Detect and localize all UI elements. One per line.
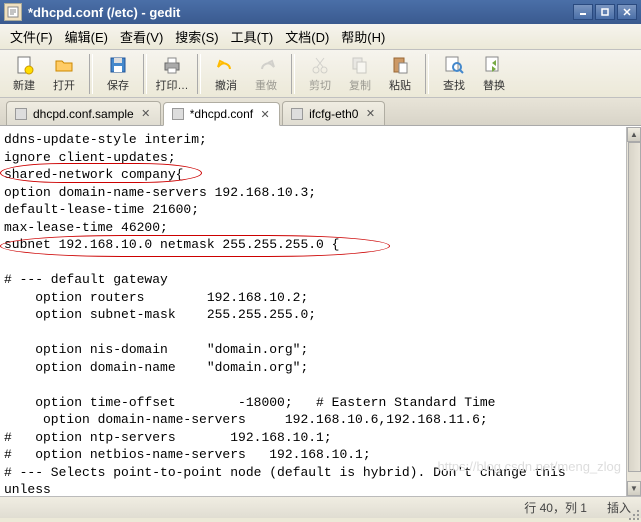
window-title: *dhcpd.conf (/etc) - gedit: [28, 5, 573, 20]
cut-icon: [309, 54, 331, 76]
toolbar-label: 粘贴: [389, 77, 411, 93]
replace-button[interactable]: 替换: [474, 52, 514, 96]
new-button[interactable]: 新建: [4, 52, 44, 96]
menu-view[interactable]: 查看(V): [114, 25, 169, 48]
copy-icon: [349, 54, 371, 76]
cut-button: 剪切: [300, 52, 340, 96]
menu-help[interactable]: 帮助(H): [335, 25, 391, 48]
toolbar-label: 撤消: [215, 77, 237, 93]
menu-search[interactable]: 搜索(S): [169, 25, 224, 48]
close-icon[interactable]: ✕: [140, 108, 152, 120]
file-icon: [291, 108, 303, 120]
save-icon: [107, 54, 129, 76]
toolbar-label: 替换: [483, 77, 505, 93]
undo-button[interactable]: 撤消: [206, 52, 246, 96]
status-bar: 行 40，列 1 插入: [0, 496, 641, 518]
close-button[interactable]: [617, 4, 637, 20]
toolbar-label: 剪切: [309, 77, 331, 93]
menu-file[interactable]: 文件(F): [4, 25, 59, 48]
tab-label: ifcfg-eth0: [309, 107, 358, 121]
tab-dhcpd-sample[interactable]: dhcpd.conf.sample ✕: [6, 101, 161, 125]
find-button[interactable]: 查找: [434, 52, 474, 96]
toolbar-label: 查找: [443, 77, 465, 93]
save-button[interactable]: 保存: [98, 52, 138, 96]
file-icon: [172, 108, 184, 120]
paste-button[interactable]: 粘贴: [380, 52, 420, 96]
tab-bar: dhcpd.conf.sample ✕ *dhcpd.conf ✕ ifcfg-et…: [0, 98, 641, 126]
editor-text[interactable]: ddns-update-style interim; ignore client…: [4, 131, 625, 496]
close-icon[interactable]: ✕: [259, 108, 271, 120]
scroll-down-button[interactable]: ▼: [627, 481, 641, 496]
vertical-scrollbar[interactable]: ▲ ▼: [626, 127, 641, 496]
menu-documents[interactable]: 文档(D): [279, 25, 335, 48]
tab-ifcfg-eth0[interactable]: ifcfg-eth0 ✕: [282, 101, 385, 125]
scroll-thumb[interactable]: [628, 142, 641, 472]
file-icon: [15, 108, 27, 120]
menu-bar: 文件(F) 编辑(E) 查看(V) 搜索(S) 工具(T) 文档(D) 帮助(H…: [0, 24, 641, 50]
scroll-up-button[interactable]: ▲: [627, 127, 641, 142]
toolbar-label: 打印…: [156, 77, 189, 93]
toolbar-label: 复制: [349, 77, 371, 93]
open-button[interactable]: 打开: [44, 52, 84, 96]
toolbar: 新建 打开 保存 打印… 撤消 重做 剪切 复制 粘贴 查找 替换: [0, 50, 641, 98]
cursor-position: 行 40，列 1: [524, 499, 587, 516]
minimize-button[interactable]: [573, 4, 593, 20]
toolbar-label: 新建: [13, 77, 35, 93]
menu-tools[interactable]: 工具(T): [225, 25, 280, 48]
replace-icon: [483, 54, 505, 76]
copy-button: 复制: [340, 52, 380, 96]
folder-open-icon: [53, 54, 75, 76]
file-new-icon: [13, 54, 35, 76]
editor-area[interactable]: ddns-update-style interim; ignore client…: [0, 126, 641, 496]
redo-icon: [255, 54, 277, 76]
menu-edit[interactable]: 编辑(E): [59, 25, 114, 48]
toolbar-label: 打开: [53, 77, 75, 93]
paste-icon: [389, 54, 411, 76]
search-icon: [443, 54, 465, 76]
resize-grip[interactable]: [627, 508, 639, 520]
maximize-button[interactable]: [595, 4, 615, 20]
print-icon: [161, 54, 183, 76]
undo-icon: [215, 54, 237, 76]
toolbar-label: 重做: [255, 77, 277, 93]
redo-button: 重做: [246, 52, 286, 96]
toolbar-label: 保存: [107, 77, 129, 93]
app-icon: [4, 3, 22, 21]
tab-label: *dhcpd.conf: [190, 107, 253, 121]
close-icon[interactable]: ✕: [364, 108, 376, 120]
window-titlebar: *dhcpd.conf (/etc) - gedit: [0, 0, 641, 24]
tab-label: dhcpd.conf.sample: [33, 107, 134, 121]
print-button[interactable]: 打印…: [152, 52, 192, 96]
tab-dhcpd-conf[interactable]: *dhcpd.conf ✕: [163, 102, 280, 126]
